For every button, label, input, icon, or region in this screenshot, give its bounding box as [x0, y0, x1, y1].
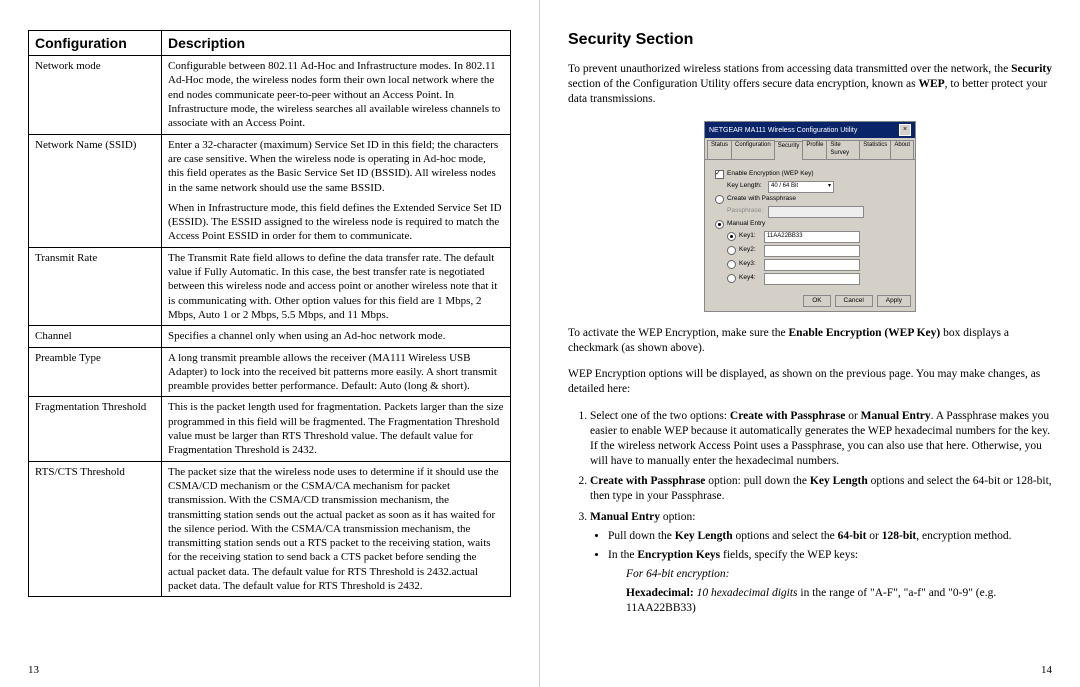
tab-profile[interactable]: Profile: [802, 140, 827, 159]
security-heading: Security Section: [568, 30, 1052, 51]
configuration-table: Configuration Description Network mode C…: [28, 30, 511, 597]
table-row: Fragmentation Threshold This is the pack…: [29, 397, 511, 461]
page-number: 13: [28, 663, 39, 677]
key4-radio[interactable]: [727, 274, 736, 283]
key1-input[interactable]: 11AA22BB33: [764, 231, 860, 243]
ok-button[interactable]: OK: [803, 295, 830, 307]
key3-input[interactable]: [764, 259, 860, 271]
key4-input[interactable]: [764, 273, 860, 285]
table-row: Network mode Configurable between 802.11…: [29, 56, 511, 134]
page-number: 14: [1041, 663, 1052, 677]
col-header-config: Configuration: [29, 31, 162, 56]
enable-encryption-checkbox[interactable]: [715, 170, 724, 179]
table-row: Transmit Rate The Transmit Rate field al…: [29, 247, 511, 325]
tab-statistics[interactable]: Statistics: [859, 140, 891, 159]
tab-configuration[interactable]: Configuration: [731, 140, 775, 159]
bullet-keylength: Pull down the Key Length options and sel…: [608, 529, 1052, 544]
tab-about[interactable]: About: [890, 140, 914, 159]
tab-strip: Status Configuration Security Profile Si…: [705, 138, 915, 160]
bullet-enckeys: In the Encryption Keys fields, specify t…: [608, 548, 1052, 616]
chevron-down-icon: ▾: [828, 183, 831, 191]
table-row: RTS/CTS Threshold The packet size that t…: [29, 461, 511, 597]
col-header-desc: Description: [162, 31, 511, 56]
close-icon[interactable]: ×: [899, 124, 911, 136]
apply-button[interactable]: Apply: [877, 295, 911, 307]
steps-list: Select one of the two options: Create wi…: [568, 409, 1052, 616]
step-1: Select one of the two options: Create wi…: [590, 409, 1052, 469]
config-dialog: NETGEAR MA111 Wireless Configuration Uti…: [704, 121, 916, 312]
key-length-combo[interactable]: 40 / 64 Bit ▾: [768, 181, 834, 193]
cancel-button[interactable]: Cancel: [835, 295, 873, 307]
tab-sitesurvey[interactable]: Site Survey: [826, 140, 860, 159]
titlebar: NETGEAR MA111 Wireless Configuration Uti…: [705, 122, 915, 138]
key1-radio[interactable]: [727, 232, 736, 241]
step-3: Manual Entry option: Pull down the Key L…: [590, 510, 1052, 616]
create-passphrase-radio[interactable]: [715, 195, 724, 204]
intro-paragraph: To prevent unauthorized wireless station…: [568, 62, 1052, 107]
step-2: Create with Passphrase option: pull down…: [590, 474, 1052, 504]
options-text: WEP Encryption options will be displayed…: [568, 367, 1052, 397]
table-row: Network Name (SSID) Enter a 32-character…: [29, 134, 511, 247]
key3-radio[interactable]: [727, 260, 736, 269]
manual-entry-radio[interactable]: [715, 220, 724, 229]
table-row: Preamble Type A long transmit preamble a…: [29, 347, 511, 397]
activate-text: To activate the WEP Encryption, make sur…: [568, 326, 1052, 356]
passphrase-input[interactable]: [768, 206, 864, 218]
tab-status[interactable]: Status: [707, 140, 732, 159]
table-row: Channel Specifies a channel only when us…: [29, 326, 511, 347]
page-14: Security Section To prevent unauthorized…: [540, 0, 1080, 687]
tab-security[interactable]: Security: [774, 141, 804, 160]
dialog-screenshot: NETGEAR MA111 Wireless Configuration Uti…: [568, 121, 1052, 312]
page-13: Configuration Description Network mode C…: [0, 0, 540, 687]
key2-input[interactable]: [764, 245, 860, 257]
key2-radio[interactable]: [727, 246, 736, 255]
